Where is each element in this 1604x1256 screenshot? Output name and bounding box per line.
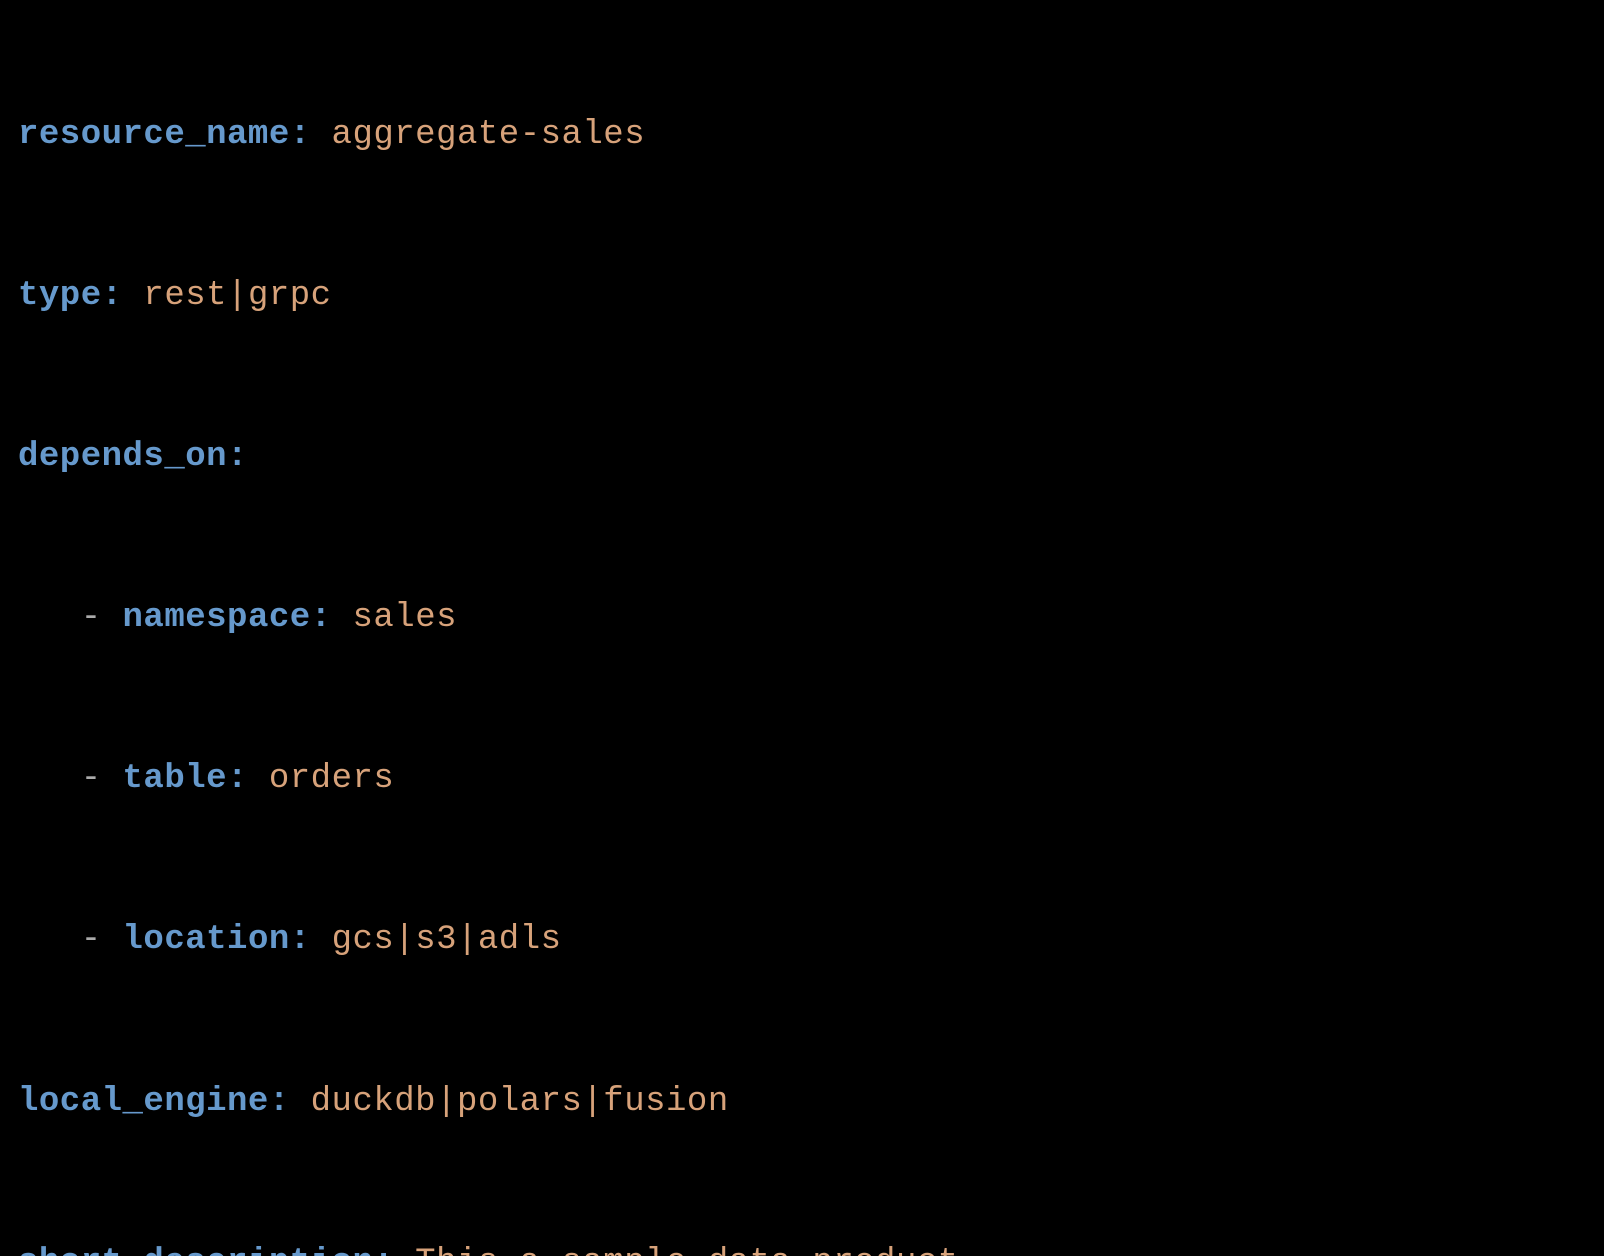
val-short-description: This a sample data product bbox=[394, 1244, 958, 1256]
val-table: orders bbox=[248, 760, 394, 798]
yaml-code-block: resource_name: aggregate-sales type: res… bbox=[0, 0, 1604, 1256]
line-location: - location: gcs|s3|adls bbox=[18, 900, 1586, 981]
dash-icon: - bbox=[81, 760, 123, 798]
indent bbox=[18, 760, 81, 798]
key-location: location: bbox=[123, 921, 311, 959]
line-short-description: short_description: This a sample data pr… bbox=[18, 1223, 1586, 1256]
line-resource-name: resource_name: aggregate-sales bbox=[18, 95, 1586, 176]
indent bbox=[18, 921, 81, 959]
line-namespace: - namespace: sales bbox=[18, 578, 1586, 659]
line-table: - table: orders bbox=[18, 739, 1586, 820]
key-resource-name: resource_name: bbox=[18, 116, 311, 154]
dash-icon: - bbox=[81, 921, 123, 959]
dash-icon: - bbox=[81, 599, 123, 637]
val-namespace: sales bbox=[332, 599, 457, 637]
line-local-engine: local_engine: duckdb|polars|fusion bbox=[18, 1062, 1586, 1143]
val-resource-name: aggregate-sales bbox=[311, 116, 645, 154]
indent bbox=[18, 599, 81, 637]
val-local-engine: duckdb|polars|fusion bbox=[290, 1083, 729, 1121]
val-type: rest|grpc bbox=[123, 277, 332, 315]
key-namespace: namespace: bbox=[123, 599, 332, 637]
line-type: type: rest|grpc bbox=[18, 256, 1586, 337]
val-location: gcs|s3|adls bbox=[311, 921, 562, 959]
key-local-engine: local_engine: bbox=[18, 1083, 290, 1121]
key-type: type: bbox=[18, 277, 123, 315]
key-depends-on: depends_on: bbox=[18, 438, 248, 476]
key-short-description: short_description: bbox=[18, 1244, 394, 1256]
line-depends-on: depends_on: bbox=[18, 417, 1586, 498]
key-table: table: bbox=[123, 760, 248, 798]
